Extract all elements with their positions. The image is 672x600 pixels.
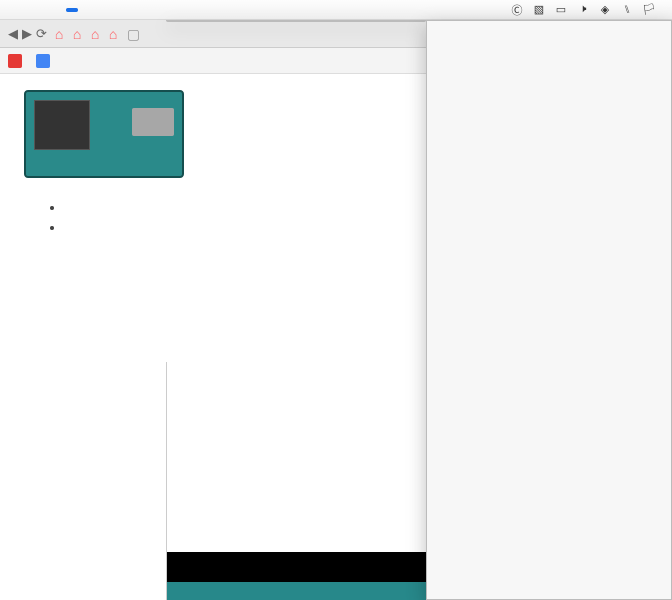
airbnb-icon[interactable]: ⌂	[73, 27, 87, 41]
arduino-console	[167, 552, 426, 582]
arduino-statusbar	[167, 582, 426, 600]
bookmark-item[interactable]	[36, 54, 54, 68]
macos-menubar: Ⓒ ▧ ▭ 🕨 ◈ ⑊ 🏳	[0, 0, 672, 20]
boards-submenu	[426, 20, 672, 600]
tray-icon-display[interactable]: ▭	[554, 4, 568, 16]
menu-tools[interactable]	[66, 8, 78, 12]
forward-icon[interactable]: ▶	[22, 26, 32, 42]
tab-icon[interactable]: ▢	[127, 27, 141, 41]
arduino-editor[interactable]	[166, 362, 426, 600]
bookmark-favicon	[36, 54, 50, 68]
back-icon[interactable]: ◀	[8, 26, 18, 42]
reload-icon[interactable]: ⟳	[36, 26, 47, 42]
tray-icon-c[interactable]: Ⓒ	[510, 4, 524, 16]
airbnb-icon[interactable]: ⌂	[55, 27, 69, 41]
bookmark-favicon	[8, 54, 22, 68]
tray-icon-gpu[interactable]: ▧	[532, 4, 546, 16]
nav-controls: ◀ ▶ ⟳	[8, 26, 47, 42]
flag-icon[interactable]: 🏳	[642, 4, 656, 16]
esp8266-board-image	[24, 90, 184, 178]
tray-icon-wifi[interactable]: ⑊	[620, 4, 634, 16]
airbnb-icon[interactable]: ⌂	[91, 27, 105, 41]
favicon-row: ⌂ ⌂ ⌂ ⌂ ▢	[55, 27, 141, 41]
tray-icon-sound[interactable]: 🕨	[576, 4, 590, 16]
bookmark-item[interactable]	[8, 54, 26, 68]
tray-icon-net[interactable]: ◈	[598, 4, 612, 16]
tools-dropdown	[166, 20, 426, 22]
menubar-tray: Ⓒ ▧ ▭ 🕨 ◈ ⑊ 🏳	[510, 4, 664, 16]
airbnb-icon[interactable]: ⌂	[109, 27, 123, 41]
